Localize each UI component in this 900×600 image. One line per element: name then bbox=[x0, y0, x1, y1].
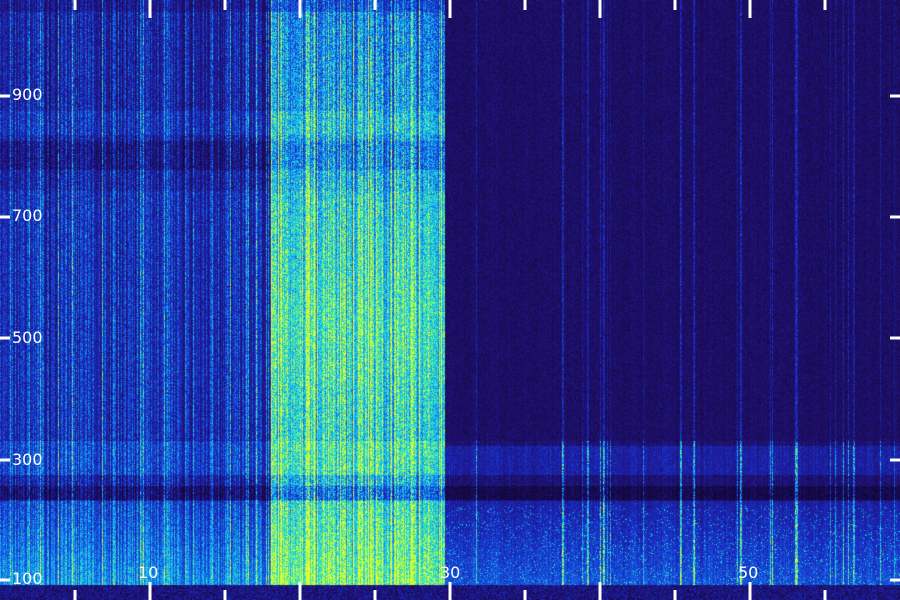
y-label-700: 700 bbox=[12, 206, 43, 225]
y-label-100: 100 bbox=[12, 569, 43, 588]
axis-ticks bbox=[0, 0, 900, 600]
x-label-10: 10 bbox=[138, 563, 158, 582]
spectrogram-view: 100 300 500 700 900 10 30 50 bbox=[0, 0, 900, 600]
axis-labels: 100 300 500 700 900 10 30 50 bbox=[12, 85, 758, 588]
x-label-50: 50 bbox=[738, 563, 758, 582]
x-label-30: 30 bbox=[440, 563, 460, 582]
y-label-300: 300 bbox=[12, 450, 43, 469]
y-label-500: 500 bbox=[12, 328, 43, 347]
y-label-900: 900 bbox=[12, 85, 43, 104]
axis-overlay: 100 300 500 700 900 10 30 50 bbox=[0, 0, 900, 600]
